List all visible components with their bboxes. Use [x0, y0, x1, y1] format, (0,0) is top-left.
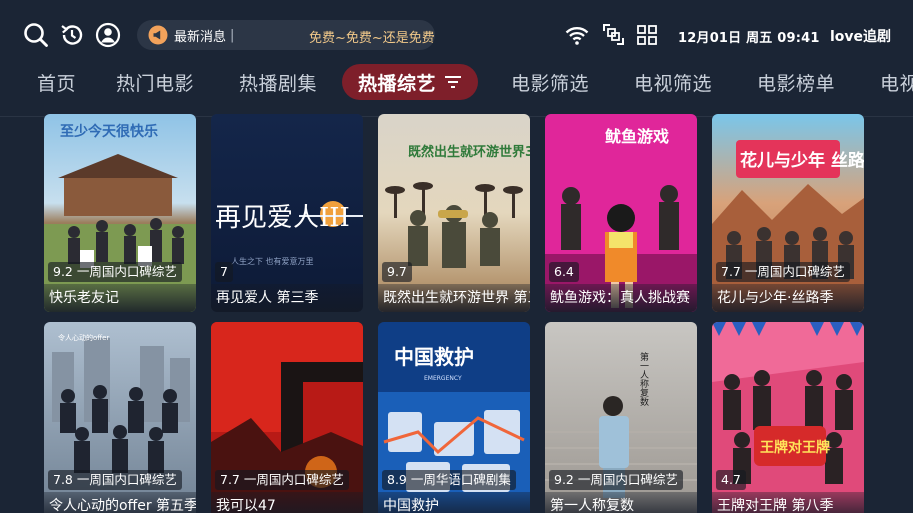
grid-icon[interactable] [637, 25, 657, 45]
rating-badge: 6.4 [549, 262, 579, 282]
megaphone-icon [148, 25, 168, 45]
card-title: 鱿鱼游戏：真人挑战赛 [545, 284, 697, 312]
tab-movie-ranking[interactable]: 电影榜单 [757, 69, 835, 96]
poster-title-text: 第一人称复数 [638, 351, 649, 407]
card-title: 令人心动的offer 第五季 [44, 492, 196, 513]
media-card[interactable]: 7.7 一周国内口碑综艺 我可以47 [211, 322, 363, 513]
poster-title-text: 至少今天很快乐 [60, 123, 158, 140]
filter-icon [445, 76, 462, 88]
rating-badge: 9.7 [382, 262, 412, 282]
app-name: love追剧 [830, 29, 892, 45]
clock: 12月01日 周五 09:41 [678, 31, 820, 46]
card-title: 中国救护 [378, 492, 530, 513]
tab-hot-variety[interactable]: 热播综艺 [342, 64, 479, 100]
media-card[interactable]: 既然出生就环游世界3 9.7 既然出生就环游世界 第三季 [378, 114, 530, 312]
top-bar: 最新消息 | 免费~免费~还是免费 12月01日 周五 09:41 love追剧 [0, 0, 913, 58]
poster-title-text: 鱿鱼游戏 [605, 127, 669, 146]
media-card[interactable]: 中国救护 EMERGENCY 8.9 一周华语口碑剧集 中国救护 [378, 322, 530, 513]
rating-badge: 7.7 一周国内口碑综艺 [215, 470, 349, 490]
svg-text:EMERGENCY: EMERGENCY [424, 375, 462, 382]
rating-badge: 7 [215, 262, 233, 282]
media-card[interactable]: 令人心动的offer 7.8 一周国内口碑综艺 令人心动的offer 第五季 [44, 322, 196, 513]
wifi-icon [565, 27, 589, 45]
poster-image: 至少今天很快乐 [44, 114, 196, 312]
poster-title-text: 令人心动的offer [58, 333, 109, 342]
poster-image: 鱿鱼游戏 [545, 114, 697, 312]
card-title: 既然出生就环游世界 第三季 [378, 284, 530, 312]
category-tabs: 首页 热门电影 热播剧集 热播综艺 电影筛选 电视筛选 电影榜单 电视 [0, 59, 913, 117]
media-card[interactable]: 鱿鱼游戏 6.4 鱿鱼游戏：真人挑战赛 [545, 114, 697, 312]
media-card[interactable]: 再见爱人III 人生之下 也有爱意万里 7 再见爱人 第三季 [211, 114, 363, 312]
card-title: 再见爱人 第三季 [211, 284, 363, 312]
ticker-separator: | [230, 27, 235, 43]
media-card[interactable]: 至少今天很快乐 9.2 一周国内口碑综艺 快乐老友记 [44, 114, 196, 312]
search-icon[interactable] [23, 22, 49, 48]
tab-tv-more[interactable]: 电视 [880, 69, 913, 96]
rating-badge: 7.7 一周国内口碑综艺 [716, 262, 850, 282]
poster-title-text: 花儿与少年 丝路季 [740, 150, 864, 171]
rating-badge: 8.9 一周华语口碑剧集 [382, 470, 516, 490]
poster-image: 再见爱人III 人生之下 也有爱意万里 [211, 114, 363, 312]
tab-movie-filter[interactable]: 电影筛选 [511, 69, 589, 96]
card-title: 王牌对王牌 第八季 [712, 492, 864, 513]
card-title: 快乐老友记 [44, 284, 196, 312]
rating-badge: 9.2 一周国内口碑综艺 [48, 262, 182, 282]
resize-icon[interactable] [603, 24, 624, 45]
poster-title-text: 中国救护 [394, 345, 474, 369]
media-card[interactable]: 王牌对王牌 4.7 王牌对王牌 第八季 [712, 322, 864, 513]
poster-title-text: 王牌对王牌 [760, 439, 830, 456]
user-icon[interactable] [95, 22, 121, 48]
history-icon[interactable] [59, 22, 85, 48]
poster-image: 花儿与少年 丝路季 [712, 114, 864, 312]
card-title: 我可以47 [211, 492, 363, 513]
ticker-label: 最新消息 [174, 29, 227, 45]
media-card[interactable]: 花儿与少年 丝路季 7.7 一周国内口碑综艺 花儿与少年·丝路季 [712, 114, 864, 312]
media-card[interactable]: 第一人称复数 9.2 一周国内口碑综艺 第一人称复数 [545, 322, 697, 513]
tab-hot-series[interactable]: 热播剧集 [239, 69, 317, 96]
card-title: 花儿与少年·丝路季 [712, 284, 864, 312]
tab-hot-variety-label: 热播综艺 [358, 72, 437, 95]
poster-title-text: 既然出生就环游世界3 [408, 144, 530, 160]
ticker-text: 免费~免费~还是免费 [309, 31, 435, 46]
poster-title-text: 再见爱人III [215, 203, 350, 233]
rating-badge: 9.2 一周国内口碑综艺 [549, 470, 683, 490]
tab-tv-filter[interactable]: 电视筛选 [634, 69, 712, 96]
rating-badge: 7.8 一周国内口碑综艺 [48, 470, 182, 490]
card-title: 第一人称复数 [545, 492, 697, 513]
poster-image: 既然出生就环游世界3 [378, 114, 530, 312]
tab-home[interactable]: 首页 [37, 69, 76, 96]
tab-hot-movies[interactable]: 热门电影 [116, 69, 194, 96]
rating-badge: 4.7 [716, 470, 746, 490]
news-ticker[interactable]: 最新消息 | 免费~免费~还是免费 [137, 20, 435, 50]
svg-text:人生之下 也有爱意万里: 人生之下 也有爱意万里 [231, 256, 314, 266]
